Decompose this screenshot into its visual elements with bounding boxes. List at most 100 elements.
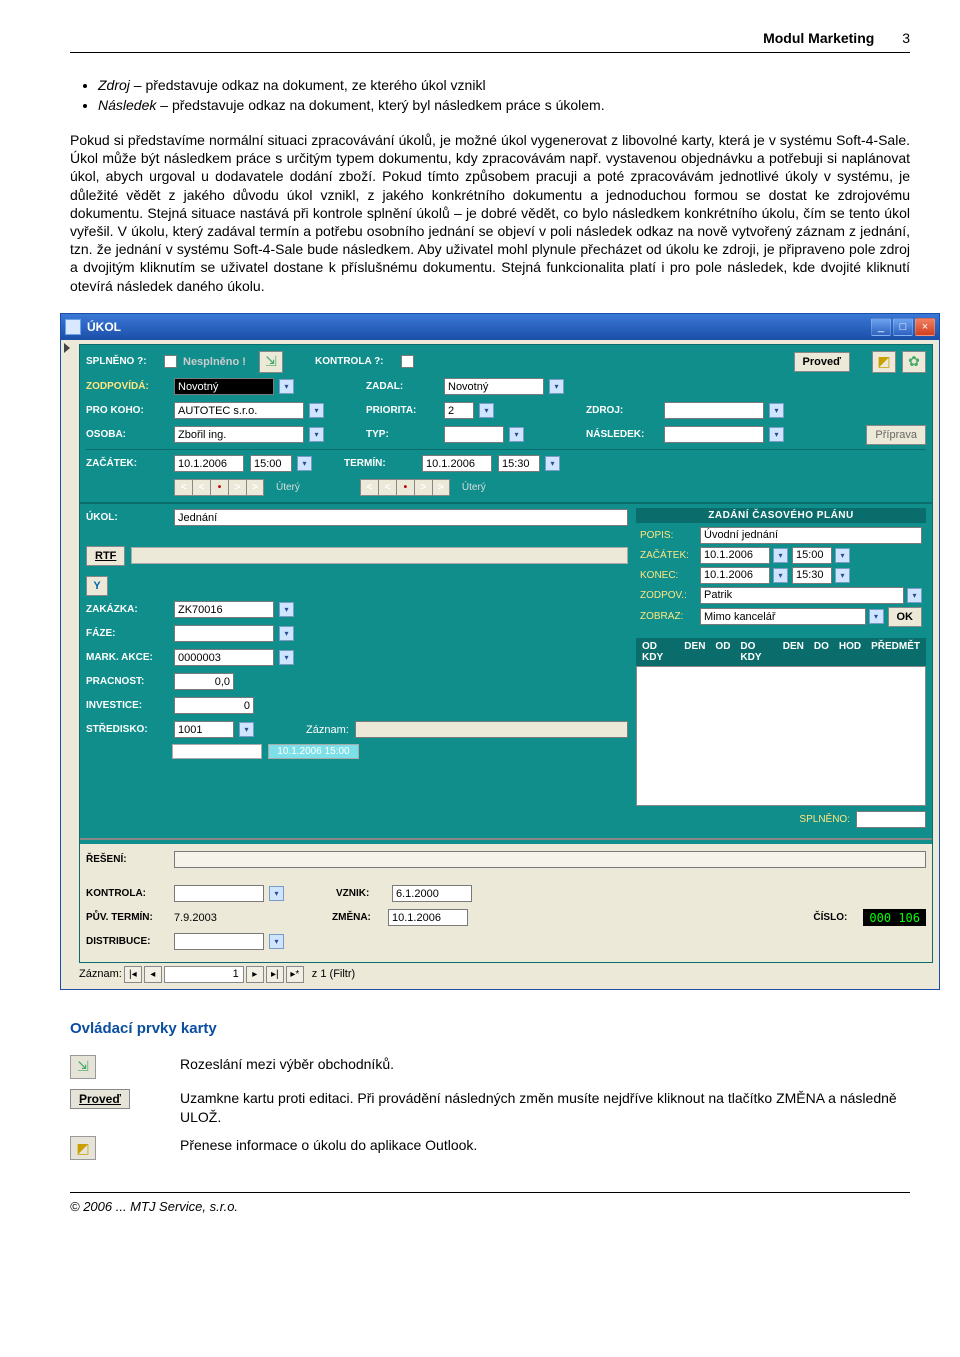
rtf-button[interactable]: RTF <box>86 546 125 566</box>
splneno-checkbox[interactable] <box>164 355 177 368</box>
zakazka-field[interactable]: ZK70016 <box>174 601 274 618</box>
dropdown-icon[interactable]: ▾ <box>479 403 494 418</box>
faze-label: FÁZE: <box>86 628 168 639</box>
ukol-field[interactable]: Jednání <box>174 509 628 526</box>
nav-today[interactable]: • <box>210 479 228 496</box>
plan-ok-button[interactable]: OK <box>888 607 923 627</box>
plan-konec-date[interactable]: 10.1.2006 <box>700 567 770 584</box>
nasledek-field[interactable] <box>664 426 764 443</box>
nav-next-fast[interactable]: > <box>432 479 450 496</box>
investice-field[interactable]: 0 <box>174 697 254 714</box>
nav-next-fast[interactable]: > <box>246 479 264 496</box>
tree-icon-button[interactable]: ⇲ <box>259 351 283 373</box>
zaznam-field[interactable] <box>355 721 628 738</box>
kontrola2-field[interactable] <box>174 885 264 902</box>
recnav-position[interactable]: 1 <box>164 966 244 983</box>
dropdown-icon[interactable]: ▾ <box>545 456 560 471</box>
outlook-icon-button[interactable]: ◩ <box>872 351 896 373</box>
proved-button[interactable]: Proveď <box>794 352 850 372</box>
zacatek-time-field[interactable]: 15:00 <box>250 455 292 472</box>
dropdown-icon[interactable]: ▾ <box>835 568 850 583</box>
dropdown-icon[interactable]: ▾ <box>297 456 312 471</box>
tree-icon: ⇲ <box>77 1058 89 1075</box>
termin-nav[interactable]: < < • > > <box>360 479 450 496</box>
plan-zacatek-time[interactable]: 15:00 <box>792 547 832 564</box>
mark-akce-label: MARK. AKCE: <box>86 652 168 663</box>
dropdown-icon[interactable]: ▾ <box>907 588 922 603</box>
termin-label: TERMÍN: <box>344 458 416 469</box>
recnav-last[interactable]: ▸| <box>266 966 284 983</box>
filter-icon-button[interactable]: Y <box>86 576 108 596</box>
recnav-first[interactable]: |◂ <box>124 966 142 983</box>
kontrola-label: KONTROLA ?: <box>315 356 395 367</box>
osoba-field[interactable]: Zbořil ing. <box>174 426 304 443</box>
dropdown-icon[interactable]: ▾ <box>773 568 788 583</box>
zadal-field[interactable]: Novotný <box>444 378 544 395</box>
plan-popis-field[interactable]: Úvodní jednání <box>700 527 922 544</box>
zmena-field[interactable]: 10.1.2006 <box>388 909 468 926</box>
dropdown-icon[interactable]: ▾ <box>279 626 294 641</box>
dropdown-icon[interactable]: ▾ <box>869 609 884 624</box>
dropdown-icon[interactable]: ▾ <box>549 379 564 394</box>
plan-zodpov-field[interactable]: Patrik <box>700 587 904 604</box>
dropdown-icon[interactable]: ▾ <box>769 427 784 442</box>
vznik-field[interactable]: 6.1.2000 <box>392 885 472 902</box>
plan-zobraz-field[interactable]: Mimo kancelář <box>700 608 866 625</box>
close-button[interactable]: × <box>915 318 935 336</box>
dropdown-icon[interactable]: ▾ <box>309 403 324 418</box>
recnav-next[interactable]: ▸ <box>246 966 264 983</box>
titlebar[interactable]: ÚKOL _ □ × <box>61 314 939 340</box>
zodpovida-field[interactable]: Novotný <box>174 378 274 395</box>
dropdown-icon[interactable]: ▾ <box>279 650 294 665</box>
typ-field[interactable] <box>444 426 504 443</box>
nav-next[interactable]: > <box>228 479 246 496</box>
plan-zacatek-label: ZAČÁTEK: <box>640 550 696 561</box>
minimize-button[interactable]: _ <box>871 318 891 336</box>
recnav-new[interactable]: ▸* <box>286 966 304 983</box>
nav-prev-fast[interactable]: < <box>174 479 192 496</box>
nav-prev[interactable]: < <box>192 479 210 496</box>
page-number: 3 <box>902 30 910 46</box>
dropdown-icon[interactable]: ▾ <box>239 722 254 737</box>
dropdown-icon[interactable]: ▾ <box>835 548 850 563</box>
priprava-button[interactable]: Příprava <box>866 425 926 445</box>
dropdown-icon[interactable]: ▾ <box>279 379 294 394</box>
nav-prev[interactable]: < <box>378 479 396 496</box>
investice-label: INVESTICE: <box>86 700 168 711</box>
record-selector-icon[interactable] <box>64 343 74 357</box>
nav-next[interactable]: > <box>414 479 432 496</box>
dropdown-icon[interactable]: ▾ <box>279 602 294 617</box>
aux-icon-button[interactable]: ✿ <box>902 351 926 373</box>
grid-body[interactable] <box>636 666 926 806</box>
pracnost-field[interactable]: 0,0 <box>174 673 234 690</box>
dropdown-icon[interactable]: ▾ <box>769 403 784 418</box>
plan-konec-time[interactable]: 15:30 <box>792 567 832 584</box>
prokoho-field[interactable]: AUTOTEC s.r.o. <box>174 402 304 419</box>
zdroj-field[interactable] <box>664 402 764 419</box>
mark-akce-field[interactable]: 0000003 <box>174 649 274 666</box>
dropdown-icon[interactable]: ▾ <box>269 886 284 901</box>
reseni-field[interactable] <box>174 851 926 868</box>
rtf-path-field[interactable] <box>131 547 628 564</box>
dropdown-icon[interactable]: ▾ <box>309 427 324 442</box>
plan-zacatek-date[interactable]: 10.1.2006 <box>700 547 770 564</box>
zacatek-nav[interactable]: < < • > > <box>174 479 264 496</box>
maximize-button[interactable]: □ <box>893 318 913 336</box>
ctrl-tree-icon: ⇲ <box>70 1055 96 1079</box>
splneno2-field[interactable] <box>856 811 926 828</box>
termin-time-field[interactable]: 15:30 <box>498 455 540 472</box>
nav-today[interactable]: • <box>396 479 414 496</box>
faze-field[interactable] <box>174 625 274 642</box>
priorita-field[interactable]: 2 <box>444 402 474 419</box>
termin-date-field[interactable]: 10.1.2006 <box>422 455 492 472</box>
dropdown-icon[interactable]: ▾ <box>773 548 788 563</box>
dropdown-icon[interactable]: ▾ <box>269 934 284 949</box>
puv-termin-label: PŮV. TERMÍN: <box>86 912 168 923</box>
kontrola-checkbox[interactable] <box>401 355 414 368</box>
distribuce-field[interactable] <box>174 933 264 950</box>
recnav-prev[interactable]: ◂ <box>144 966 162 983</box>
dropdown-icon[interactable]: ▾ <box>509 427 524 442</box>
stredisko-field[interactable]: 1001 <box>174 721 234 738</box>
nav-prev-fast[interactable]: < <box>360 479 378 496</box>
zacatek-date-field[interactable]: 10.1.2006 <box>174 455 244 472</box>
